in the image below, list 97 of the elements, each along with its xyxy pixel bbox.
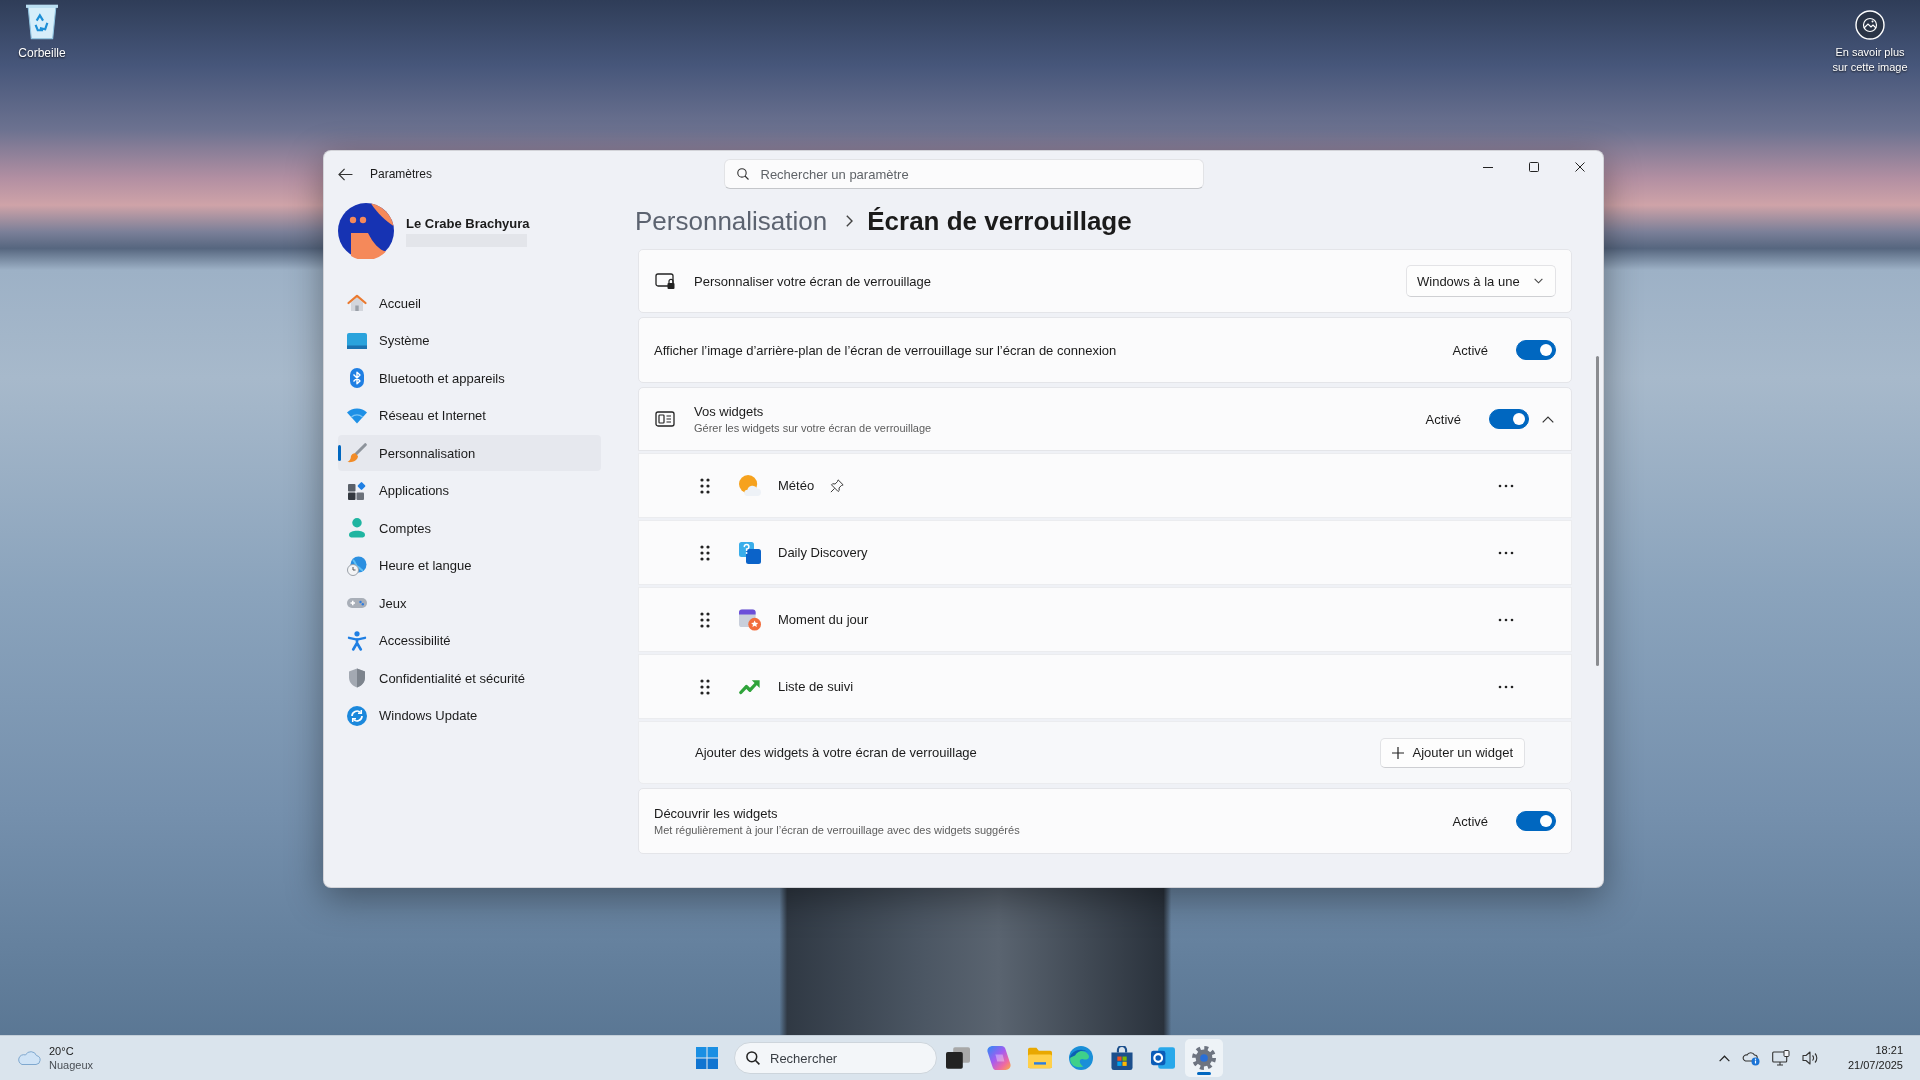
setting-description: Gérer les widgets sur votre écran de verrouillage: [694, 422, 933, 434]
add-widgets-label: Ajouter des widgets à votre écran de verrouillage: [695, 745, 978, 760]
desktop-shortcut[interactable]: Corbeille: [4, 4, 80, 60]
page-title: Écran de verrouillage: [867, 205, 1132, 237]
ellipsis-icon[interactable]: [1498, 483, 1514, 488]
widget-name: Moment du jour: [778, 612, 869, 627]
widget-name: Météo: [778, 478, 815, 493]
sidebar-item[interactable]: Bluetooth et appareils: [338, 360, 601, 396]
widget-name: Daily Discovery: [778, 545, 868, 560]
sync-arrows-icon: [347, 705, 367, 726]
sidebar-item[interactable]: Applications: [338, 472, 601, 509]
image-circle-icon: [1855, 10, 1885, 40]
lock-screen-icon: [655, 272, 675, 290]
chevron-right-icon: [846, 215, 854, 227]
chevron-up-icon[interactable]: [1718, 1054, 1730, 1062]
folder-icon: [1027, 1046, 1052, 1070]
setting-label: Personnaliser votre écran de verrouillage: [694, 273, 932, 289]
stacked-squares-icon: [945, 1046, 970, 1070]
person-icon: [347, 518, 367, 538]
weather-temperature[interactable]: 20°C: [49, 1044, 94, 1058]
sidebar-item[interactable]: Accessibilité: [338, 622, 601, 659]
globe-clock-icon: [347, 555, 367, 576]
toggle-switch[interactable]: [1516, 340, 1556, 360]
setting-description: Met régulièrement à jour l’écran de verrouillage avec des widgets suggérés: [654, 824, 1021, 836]
bluetooth-icon: [347, 368, 367, 388]
sidebar-item[interactable]: Jeux: [338, 585, 601, 621]
sidebar-item[interactable]: Accueil: [338, 285, 601, 321]
sidebar-item[interactable]: Personnalisation: [338, 435, 601, 471]
shield-icon: [347, 668, 367, 688]
weather-condition[interactable]: Nuageux: [49, 1058, 94, 1072]
search-icon: [736, 168, 749, 180]
search-icon: [746, 1051, 760, 1065]
recycle-bin-icon: [26, 4, 58, 40]
minimize-icon[interactable]: [1483, 166, 1493, 168]
add-widget-button[interactable]: Ajouter un widget: [1379, 737, 1525, 768]
sidebar-item[interactable]: Comptes: [338, 510, 601, 546]
screen-icon: [347, 330, 367, 351]
toggle-switch[interactable]: [1489, 409, 1529, 429]
taskbar-search-field[interactable]: Rechercher: [734, 1042, 937, 1074]
drag-handle-icon[interactable]: [700, 678, 710, 695]
toggle-state-label: Activé: [1452, 813, 1488, 829]
ribbon-logo-icon: [986, 1046, 1011, 1070]
sidebar-item[interactable]: Windows Update: [338, 697, 601, 734]
sidebar-item[interactable]: Confidentialité et sécurité: [338, 660, 601, 696]
taskbar-app-button[interactable]: [1150, 1046, 1175, 1070]
drag-handle-icon[interactable]: [700, 477, 710, 494]
swirl-circle-icon: [1068, 1046, 1093, 1070]
search-field[interactable]: Rechercher un paramètre: [723, 159, 1204, 189]
taskbar-app-button[interactable]: [945, 1046, 970, 1070]
toggle-switch[interactable]: [1516, 811, 1556, 831]
shopping-bag-icon: [1109, 1046, 1134, 1070]
selection-indicator: [338, 445, 341, 461]
sidebar-item[interactable]: Système: [338, 322, 601, 359]
calendar-star-icon: [739, 608, 761, 631]
chevron-down-icon: [1534, 278, 1543, 284]
ellipsis-icon[interactable]: [1498, 617, 1514, 622]
home-icon: [347, 293, 367, 313]
ellipsis-icon[interactable]: [1498, 550, 1514, 555]
speaker-icon[interactable]: [1801, 1050, 1820, 1066]
widget-board-icon: [655, 410, 675, 428]
learn-more-button[interactable]: En savoir plus sur cette image: [1828, 10, 1912, 75]
network-monitor-icon[interactable]: [1771, 1050, 1790, 1066]
start-button-icon[interactable]: [696, 1047, 718, 1069]
scrollbar-thumb[interactable]: [1596, 356, 1599, 666]
taskbar-app-button[interactable]: [1109, 1046, 1134, 1070]
chevron-up-icon[interactable]: [1542, 415, 1554, 423]
clock-time[interactable]: 18:21: [1875, 1043, 1903, 1058]
settings-icon: [1191, 1046, 1216, 1070]
sidebar-item[interactable]: Heure et langue: [338, 547, 601, 584]
dropdown[interactable]: Windows à la une: [1406, 265, 1556, 297]
cloud-info-icon[interactable]: [1741, 1050, 1760, 1066]
mail-icon: [1150, 1046, 1175, 1070]
accessibility-icon: [347, 630, 367, 651]
account-name: Le Crabe Brachyura: [406, 215, 530, 231]
window-title: Paramètres: [370, 167, 433, 181]
paintbrush-icon: [347, 443, 367, 463]
toggle-state-label: Activé: [1425, 411, 1461, 427]
plus-icon: [1391, 746, 1404, 759]
breadcrumb-link[interactable]: Personnalisation: [635, 205, 828, 237]
toggle-state-label: Activé: [1452, 342, 1488, 358]
app-tiles-icon: [347, 480, 367, 501]
question-squares-icon: [739, 541, 761, 564]
setting-label: Afficher l’image d’arrière-plan de l’écran de verrouillage sur l’écran de connexion: [654, 342, 1118, 358]
back-arrow-icon[interactable]: [338, 167, 353, 181]
close-icon[interactable]: [1575, 162, 1585, 172]
sun-cloud-icon: [739, 474, 761, 497]
active-indicator: [1196, 1072, 1211, 1075]
avatar-icon: [338, 203, 394, 259]
sidebar-item[interactable]: Réseau et Internet: [338, 397, 601, 434]
setting-label: Vos widgets: [694, 404, 765, 419]
widget-name: Liste de suivi: [778, 679, 854, 694]
maximize-icon[interactable]: [1529, 162, 1539, 172]
ellipsis-icon[interactable]: [1498, 684, 1514, 689]
drag-handle-icon[interactable]: [700, 544, 710, 561]
clock-date[interactable]: 21/07/2025: [1847, 1058, 1903, 1073]
setting-label: Découvrir les widgets: [654, 806, 779, 821]
drag-handle-icon[interactable]: [700, 611, 710, 628]
